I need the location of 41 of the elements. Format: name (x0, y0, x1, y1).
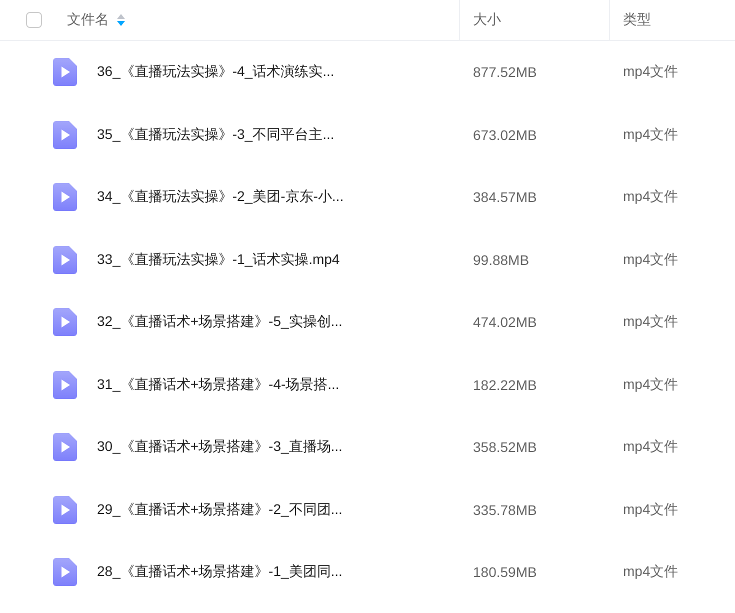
file-name[interactable]: 32_《直播话术+场景搭建》-5_实操创... (97, 313, 342, 332)
file-type: mp4文件 (622, 438, 680, 456)
file-type: mp4文件 (622, 126, 680, 144)
file-size: 180.59MB (472, 564, 538, 580)
file-type: mp4文件 (622, 63, 680, 82)
file-size: 877.52MB (472, 64, 538, 80)
file-type: mp4文件 (622, 563, 680, 582)
video-file-icon (53, 246, 77, 274)
file-size: 474.02MB (472, 314, 538, 330)
file-name[interactable]: 36_《直播玩法实操》-4_话术演练实... (97, 63, 334, 82)
file-size: 384.57MB (472, 189, 538, 206)
file-size: 99.88MB (472, 252, 530, 268)
column-header[interactable]: 类型 (623, 11, 651, 29)
sort-icon[interactable] (117, 14, 125, 26)
file-type: mp4文件 (622, 376, 680, 394)
file-type: mp4文件 (622, 250, 680, 269)
video-file-icon (53, 183, 77, 212)
file-name[interactable]: 31_《直播话术+场景搭建》-4-场景搭... (97, 376, 340, 394)
video-file-icon (53, 370, 77, 399)
video-file-icon (53, 58, 77, 86)
file-size: 673.02MB (472, 126, 538, 143)
file-type: mp4文件 (622, 313, 680, 332)
select-all-checkbox[interactable] (26, 12, 42, 28)
file-name[interactable]: 33_《直播玩法实操》-1_话术实操.mp4 (97, 250, 340, 269)
file-size: 182.22MB (472, 376, 538, 393)
column-header[interactable]: 文件名 (67, 11, 109, 29)
column-header[interactable]: 大小 (473, 11, 501, 29)
file-size: 358.52MB (472, 439, 538, 456)
video-file-icon (53, 496, 77, 524)
file-name[interactable]: 29_《直播话术+场景搭建》-2_不同团... (97, 500, 342, 519)
video-file-icon (53, 558, 77, 586)
video-file-icon (53, 308, 77, 336)
video-file-icon (53, 120, 77, 149)
file-name[interactable]: 28_《直播话术+场景搭建》-1_美团同... (97, 563, 342, 582)
file-name[interactable]: 30_《直播话术+场景搭建》-3_直播场... (97, 438, 342, 456)
file-size: 335.78MB (472, 502, 538, 518)
file-name[interactable]: 34_《直播玩法实操》-2_美团-京东-小... (97, 188, 344, 206)
file-type: mp4文件 (622, 500, 680, 519)
file-type: mp4文件 (622, 188, 680, 206)
video-file-icon (53, 433, 77, 462)
file-name[interactable]: 35_《直播玩法实操》-3_不同平台主... (97, 126, 334, 144)
